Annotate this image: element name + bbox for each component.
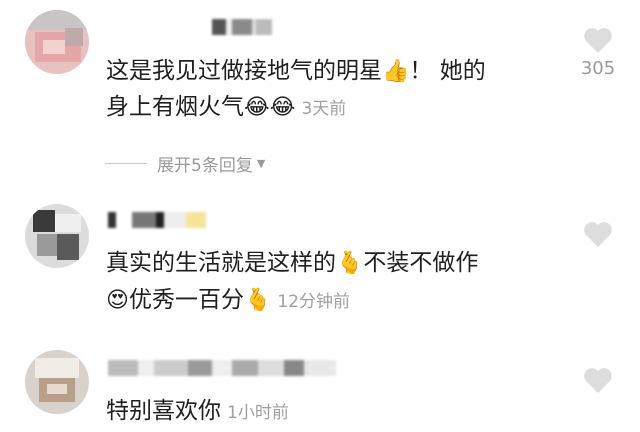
heart-eyes-emoji: 😍	[106, 287, 129, 313]
like-count: 305	[580, 58, 616, 79]
heart-icon	[584, 222, 612, 247]
caret-down-icon: ▼	[256, 157, 266, 170]
like-button[interactable]	[578, 366, 618, 394]
finger-heart-emoji: 🫰	[243, 287, 272, 313]
avatar-image	[25, 350, 89, 414]
comment-text: 这是我见过做接地气的明星👍！ 她的	[106, 58, 486, 84]
finger-heart-emoji: 🫰	[336, 250, 364, 276]
comment-text-line2: 😍优秀一百分🫰 12分钟前	[106, 287, 350, 313]
like-button[interactable]: 305	[578, 26, 618, 79]
expand-replies[interactable]: 展开5条回复 ▼	[105, 151, 265, 176]
avatar[interactable]	[25, 204, 89, 268]
comment-time: 1小时前	[227, 403, 289, 423]
username-blurred	[108, 212, 206, 228]
comment-text-line2: 身上有烟火气😂😂 3天前	[106, 94, 347, 120]
heart-icon	[584, 368, 612, 393]
thumbs-up-emoji: 👍	[382, 58, 410, 84]
avatar-image	[25, 204, 89, 268]
username-blurred	[108, 360, 336, 376]
expand-replies-label: 展开5条回复	[157, 156, 253, 176]
username-blurred	[212, 19, 272, 35]
laugh-cry-emoji: 😂	[269, 94, 296, 120]
comment-text: 特别喜欢你 1小时前	[106, 398, 289, 424]
avatar-image	[25, 10, 89, 74]
reply-divider	[105, 163, 147, 164]
avatar[interactable]	[25, 10, 89, 74]
like-button[interactable]	[578, 220, 618, 248]
avatar[interactable]	[25, 350, 89, 414]
laugh-cry-emoji: 😂	[244, 94, 270, 120]
comment-text: 真实的生活就是这样的🫰不装不做作	[106, 250, 479, 276]
comment-time: 12分钟前	[277, 292, 350, 312]
comment-time: 3天前	[301, 99, 347, 119]
heart-icon	[584, 28, 612, 53]
